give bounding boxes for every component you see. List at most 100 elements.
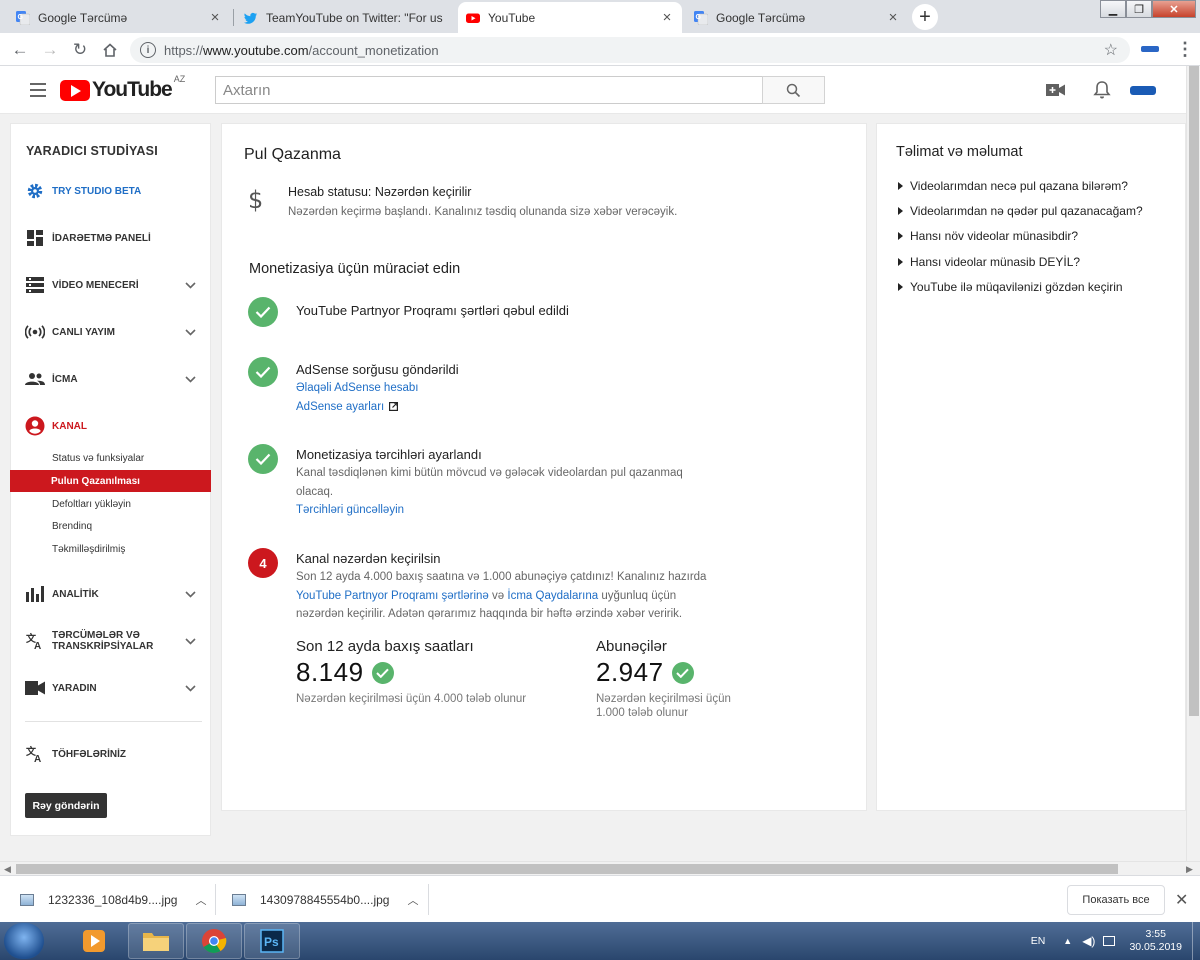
extension-icon[interactable] xyxy=(1141,46,1159,52)
sidebar-item-channel[interactable]: KANAL xyxy=(11,411,210,441)
svg-text:A: A xyxy=(34,641,41,650)
download-filename: 1232336_108d4b9....jpg xyxy=(48,892,178,907)
close-tab-icon[interactable]: × xyxy=(886,9,900,26)
bookmark-star-icon[interactable]: ☆ xyxy=(1104,40,1118,60)
notifications-bell-icon[interactable] xyxy=(1091,79,1113,101)
help-title: Təlimat və məlumat xyxy=(896,144,1023,160)
download-item[interactable]: 1430978845554b0....jpg ︿ xyxy=(232,876,418,923)
chevron-up-icon[interactable]: ︿ xyxy=(195,892,206,908)
sidebar-subitem-branding[interactable]: Brendinq xyxy=(11,515,212,537)
site-info-icon[interactable]: i xyxy=(140,42,156,58)
file-explorer-icon[interactable] xyxy=(128,923,184,959)
show-all-downloads-button[interactable]: Показать все xyxy=(1067,885,1165,915)
image-file-icon xyxy=(20,893,34,906)
expand-arrow-icon xyxy=(898,232,903,240)
close-icon[interactable]: ✕ xyxy=(1175,890,1188,910)
metric-value: 8.149 xyxy=(296,657,364,687)
upload-video-icon[interactable] xyxy=(1045,79,1067,101)
chevron-down-icon[interactable] xyxy=(180,684,200,692)
horizontal-scrollbar[interactable]: ◀ ▶ xyxy=(0,861,1200,875)
sidebar-item-translations[interactable]: 文A TƏRCÜMƏLƏR VƏ TRANSKRİPSİYALAR xyxy=(11,626,210,656)
sidebar-item-community[interactable]: İCMA xyxy=(11,364,210,394)
sidebar-item-live-streaming[interactable]: CANLI YAYIM xyxy=(11,317,210,347)
chevron-down-icon[interactable] xyxy=(180,375,200,383)
network-icon[interactable] xyxy=(1103,936,1116,946)
system-tray: EN ▲ ◀) 3:55 30.05.2019 xyxy=(1031,922,1200,960)
media-player-icon[interactable] xyxy=(66,923,122,959)
sidebar-subitem-upload-defaults[interactable]: Defoltları yükləyin xyxy=(11,493,212,515)
new-tab-button[interactable]: + xyxy=(912,4,938,30)
close-tab-icon[interactable]: × xyxy=(208,9,222,26)
download-item[interactable]: 1232336_108d4b9....jpg ︿ xyxy=(20,876,206,923)
expand-arrow-icon xyxy=(898,258,903,266)
sidebar-subitem-monetization[interactable]: Pulun Qazanılması xyxy=(10,470,211,492)
sidebar-subitem-status-features[interactable]: Status və funksiyalar xyxy=(11,447,212,469)
adsense-settings-link[interactable]: AdSense ayarları xyxy=(296,398,384,417)
search-button[interactable] xyxy=(762,76,825,104)
help-link-label: Hansı videolar münasib DEYİL? xyxy=(910,255,1081,269)
help-link[interactable]: YouTube ilə müqavilənizi gözdən keçirin xyxy=(898,280,1123,294)
chevron-down-icon[interactable] xyxy=(180,590,200,598)
youtube-logo[interactable]: YouTube AZ xyxy=(60,74,185,102)
google-translate-icon: G xyxy=(16,10,30,25)
search-icon xyxy=(786,83,801,97)
help-link[interactable]: Hansı videolar münasib DEYİL? xyxy=(898,255,1080,269)
chevron-down-icon[interactable] xyxy=(180,637,200,645)
forward-arrow-icon[interactable]: → xyxy=(40,40,60,60)
partner-program-terms-link[interactable]: YouTube Partnyor Proqramı şərtlərinə xyxy=(296,590,489,602)
browser-tab-youtube[interactable]: YouTube × xyxy=(458,2,682,33)
sidebar-item-contributions[interactable]: 文A TÖHFƏLƏRİNİZ xyxy=(11,739,210,769)
scrollbar-thumb[interactable] xyxy=(16,864,1118,874)
clock[interactable]: 3:55 30.05.2019 xyxy=(1129,928,1182,954)
scrollbar-thumb[interactable] xyxy=(1189,66,1199,716)
browser-tab-google-translate-2[interactable]: G Google Tərcümə × xyxy=(686,2,908,33)
linked-adsense-account-link[interactable]: Əlaqəli AdSense hesabı xyxy=(296,379,716,398)
vertical-scrollbar[interactable] xyxy=(1186,66,1200,861)
sidebar-divider xyxy=(25,721,202,722)
language-indicator[interactable]: EN xyxy=(1031,935,1046,947)
help-link[interactable]: Videolarımdan necə pul qazana bilərəm? xyxy=(898,179,1128,193)
account-status: Hesab statusu: Nəzərdən keçirilir xyxy=(288,185,472,199)
clock-time: 3:55 xyxy=(1145,928,1166,940)
hamburger-menu-icon[interactable] xyxy=(30,83,46,97)
sidebar-item-video-manager[interactable]: VİDEO MENECERİ xyxy=(11,270,210,300)
chrome-icon[interactable] xyxy=(186,923,242,959)
step-description: Kanal təsdiqlənən kimi bütün mövcud və g… xyxy=(296,467,683,498)
address-bar[interactable]: i https://www.youtube.com/account_moneti… xyxy=(130,37,1130,63)
close-tab-icon[interactable]: × xyxy=(660,9,674,26)
update-preferences-link[interactable]: Tərcihləri güncəlləyin xyxy=(296,501,711,520)
tray-expand-icon[interactable]: ▲ xyxy=(1063,936,1072,946)
browser-tab-twitter[interactable]: TeamYouTube on Twitter: "For us xyxy=(236,2,456,33)
sidebar-item-try-studio-beta[interactable]: TRY STUDIO BETA xyxy=(11,176,210,206)
scroll-left-arrow-icon[interactable]: ◀ xyxy=(4,862,11,876)
chevron-up-icon[interactable]: ︿ xyxy=(407,892,418,908)
help-panel: Təlimat və məlumat Videolarımdan necə pu… xyxy=(876,123,1186,811)
send-feedback-button[interactable]: Rəy göndərin xyxy=(25,793,107,818)
help-link[interactable]: Hansı növ videolar münasibdir? xyxy=(898,229,1078,243)
minimize-window-button[interactable]: ▁ xyxy=(1100,0,1126,18)
browser-menu-icon[interactable]: ⋮ xyxy=(1176,39,1194,60)
account-avatar[interactable] xyxy=(1130,86,1156,95)
maximize-window-button[interactable]: ❐ xyxy=(1126,0,1152,18)
scroll-right-arrow-icon[interactable]: ▶ xyxy=(1186,862,1193,876)
close-window-button[interactable]: ✕ xyxy=(1152,0,1196,18)
search-input[interactable]: Axtarın xyxy=(215,76,763,104)
show-desktop-button[interactable] xyxy=(1192,922,1200,960)
sidebar-item-create[interactable]: YARADIN xyxy=(11,673,210,703)
sidebar-subitem-advanced[interactable]: Təkmilləşdirilmiş xyxy=(11,538,212,560)
home-icon[interactable] xyxy=(100,40,120,60)
photoshop-icon[interactable]: Ps xyxy=(244,923,300,959)
help-link[interactable]: Videolarımdan nə qədər pul qazanacağam? xyxy=(898,204,1143,218)
back-arrow-icon[interactable]: ← xyxy=(10,40,30,60)
chevron-down-icon[interactable] xyxy=(180,281,200,289)
volume-icon[interactable]: ◀) xyxy=(1082,934,1095,948)
sidebar-item-dashboard[interactable]: İDARƏETMƏ PANELİ xyxy=(11,223,210,253)
start-button[interactable] xyxy=(4,923,44,959)
reload-icon[interactable]: ↻ xyxy=(70,40,90,60)
browser-tab-google-translate-1[interactable]: G Google Tərcümə × xyxy=(8,2,230,33)
community-guidelines-link[interactable]: İcma Qaydalarına xyxy=(507,590,598,602)
image-file-icon xyxy=(232,893,246,906)
check-icon xyxy=(248,297,278,327)
sidebar-item-analytics[interactable]: ANALİTİK xyxy=(11,579,210,609)
chevron-down-icon[interactable] xyxy=(180,328,200,336)
